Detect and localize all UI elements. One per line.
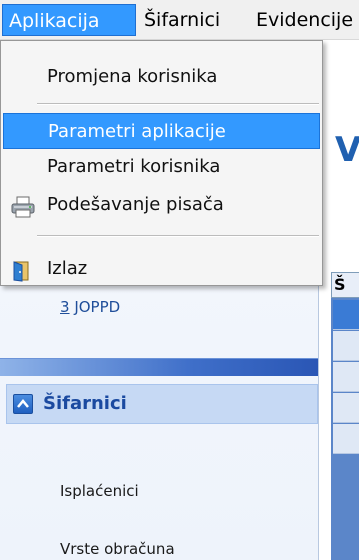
menu-item-promjena-korisnika[interactable]: Promjena korisnika xyxy=(3,59,320,95)
joppd-mnemonic: 3 xyxy=(60,298,70,316)
menu-item-label: Podešavanje pisača xyxy=(47,194,224,215)
table-row[interactable] xyxy=(333,331,359,361)
table-row[interactable] xyxy=(333,424,359,454)
menu-item-label: Promjena korisnika xyxy=(47,66,218,87)
menu-item-label: Izlaz xyxy=(47,258,88,279)
menu-bar: Aplikacija Šifarnici Evidencije xyxy=(0,0,359,40)
exit-door-icon xyxy=(11,259,33,282)
menu-divider xyxy=(37,235,319,237)
menu-evidencije[interactable]: Evidencije xyxy=(250,4,359,36)
menu-item-label: Parametri korisnika xyxy=(47,156,221,177)
aplikacija-dropdown-menu: Promjena korisnika Parametri aplikacije … xyxy=(0,40,323,286)
workspace-panel: V Š xyxy=(318,40,359,560)
page-title: V xyxy=(335,130,359,170)
section-header-sifarnici[interactable]: Šifarnici xyxy=(6,384,318,424)
table-row[interactable] xyxy=(333,300,359,330)
table-row[interactable] xyxy=(333,393,359,423)
table-row[interactable] xyxy=(333,362,359,392)
chevron-up-icon[interactable] xyxy=(13,394,33,414)
nav-link-vrste-obracuna[interactable]: Vrste obračuna xyxy=(60,540,175,558)
menu-item-parametri-aplikacije[interactable]: Parametri aplikacije xyxy=(3,113,320,149)
menu-item-label: Parametri aplikacije xyxy=(48,121,226,142)
section-title: Šifarnici xyxy=(43,393,127,414)
nav-link-joppd[interactable]: 3 JOPPD xyxy=(60,298,120,316)
menu-item-podesavanje-pisaca[interactable]: Podešavanje pisača xyxy=(3,187,320,223)
printer-icon xyxy=(11,195,35,218)
nav-link-isplacenici[interactable]: Isplaćenici xyxy=(60,482,139,500)
menu-sifarnici[interactable]: Šifarnici xyxy=(138,4,226,36)
menu-item-izlaz[interactable]: Izlaz xyxy=(3,251,320,287)
menu-divider xyxy=(37,103,319,105)
joppd-label: JOPPD xyxy=(69,298,121,316)
section-separator xyxy=(0,358,318,376)
menu-item-parametri-korisnika[interactable]: Parametri korisnika xyxy=(3,149,320,185)
menu-aplikacija[interactable]: Aplikacija xyxy=(2,4,136,36)
grid-column-header[interactable]: Š xyxy=(331,272,359,298)
